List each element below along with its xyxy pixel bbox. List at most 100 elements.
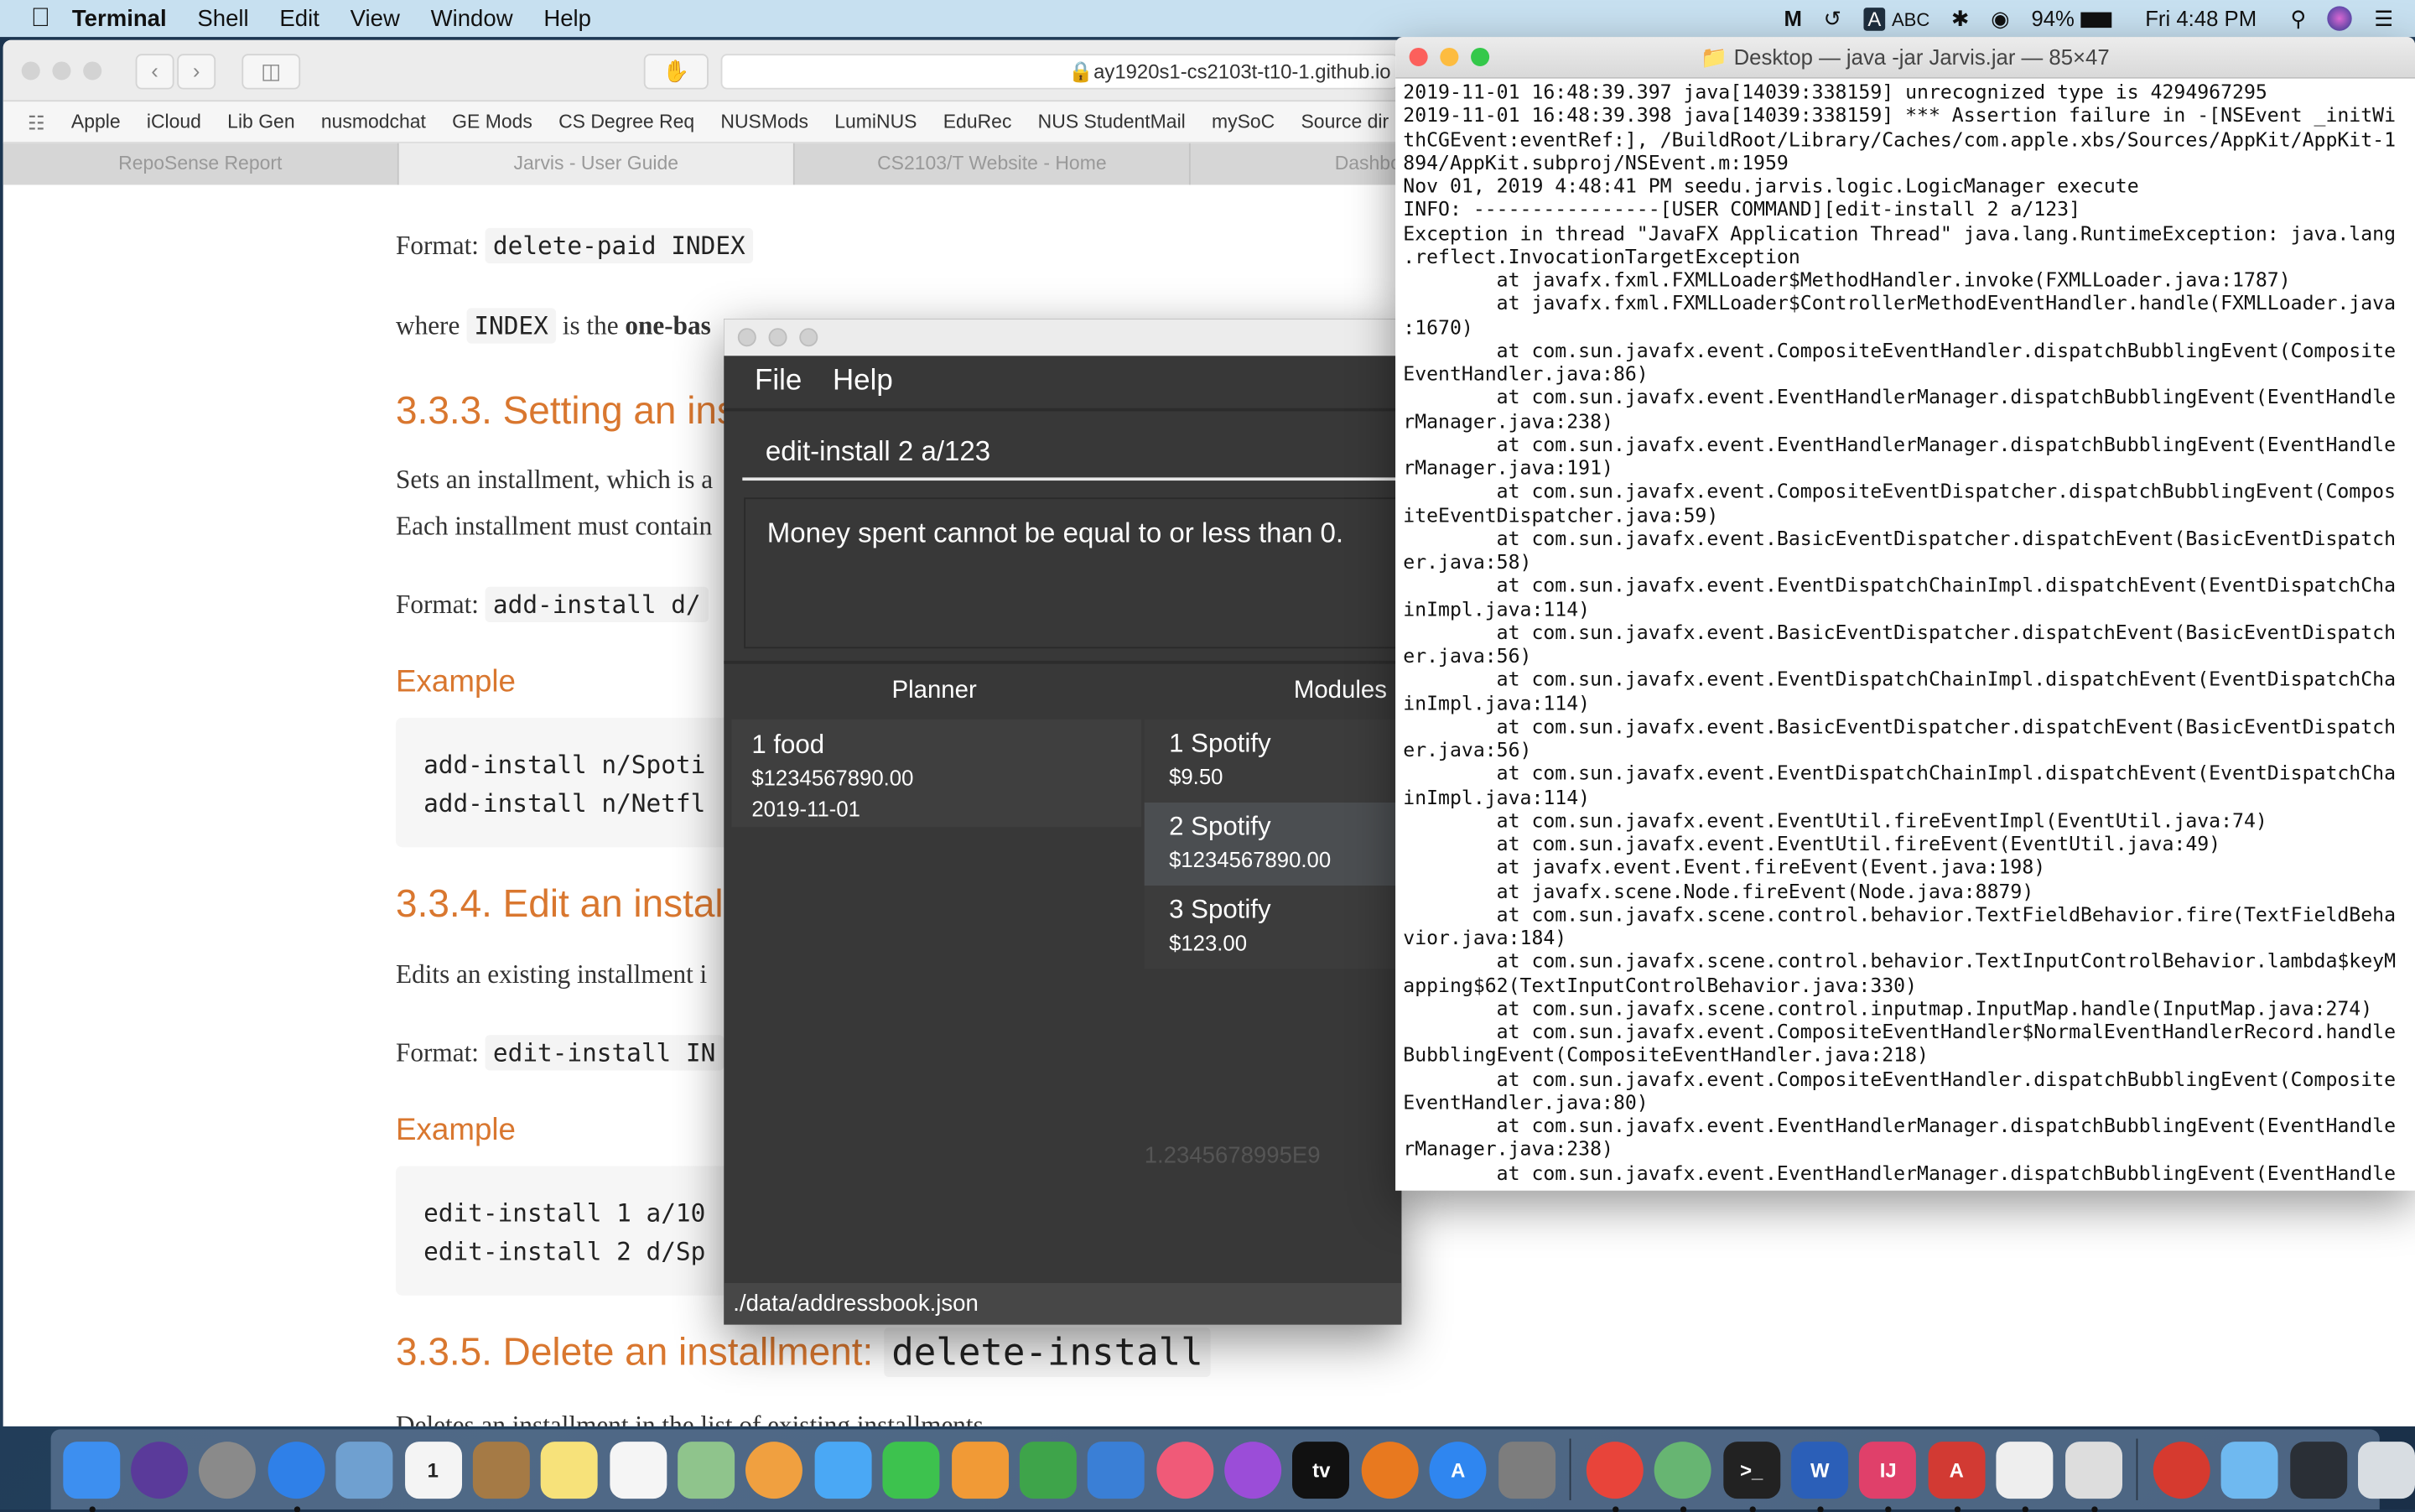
notification-center-icon[interactable]: ☰ [2374, 5, 2393, 31]
forward-button[interactable]: › [177, 54, 216, 90]
dock-calendar-icon[interactable]: 1 [404, 1441, 462, 1499]
dock-launchpad-icon[interactable] [199, 1441, 257, 1499]
dock-intellij-icon[interactable]: IJ [1859, 1441, 1917, 1512]
dock-mail-icon[interactable] [335, 1441, 393, 1499]
dock-facetime-icon[interactable] [882, 1441, 940, 1499]
terminal-output[interactable]: 2019-11-01 16:48:39.397 java[14039:33815… [1403, 81, 2415, 1184]
bookmark-item[interactable]: Lib Gen [227, 111, 294, 132]
installment-title: 3 Spotify [1169, 895, 1271, 925]
bluetooth-icon[interactable]: ✱ [1951, 5, 1970, 31]
installment-list-item[interactable]: 3 Spotify $123.00 [1144, 886, 1402, 969]
dock-angular-icon[interactable]: A [1928, 1441, 1986, 1512]
code-inline: edit-install IN [485, 1035, 724, 1071]
dock-notes-icon[interactable] [541, 1441, 599, 1499]
dock-podcasts-icon[interactable] [1224, 1441, 1282, 1499]
sidebar-toggle-icon[interactable]: ◫ [242, 54, 301, 90]
installment-list-item-selected[interactable]: 2 Spotify $1234567890.00 [1144, 802, 1402, 886]
jarvis-minimize-button[interactable] [768, 328, 787, 347]
terminal-minimize-button[interactable] [1440, 47, 1459, 66]
bookmark-item[interactable]: mySoC [1212, 111, 1275, 132]
menu-edit[interactable]: Edit [279, 5, 319, 31]
dock-terminal-icon[interactable]: >_ [1722, 1441, 1780, 1512]
bookmark-item[interactable]: EduRec [943, 111, 1012, 132]
dock-downloads-folder-icon[interactable] [2221, 1441, 2279, 1499]
terminal-line: at com.sun.javafx.event.BasicEventDispat… [1403, 620, 2397, 644]
menu-shell[interactable]: Shell [197, 5, 248, 31]
dock-music-icon[interactable] [1156, 1441, 1213, 1499]
back-button[interactable]: ‹ [135, 54, 174, 90]
dock-numbers-icon[interactable] [1019, 1441, 1077, 1499]
dock-trash-icon[interactable] [2358, 1441, 2415, 1499]
malwarebytes-icon[interactable]: M [1784, 6, 1801, 30]
bookmark-item[interactable]: LumiNUS [834, 111, 917, 132]
dock-safari-icon[interactable] [267, 1441, 325, 1512]
input-source-menu[interactable]: A ABC [1862, 6, 1929, 31]
wifi-icon[interactable]: ◉ [1991, 5, 2009, 31]
planner-item-amount: $1234567890.00 [751, 765, 914, 791]
bookmark-item[interactable]: iCloud [147, 111, 201, 132]
menu-app-terminal[interactable]: Terminal [72, 5, 167, 31]
dock-chrome-icon[interactable] [1586, 1441, 1644, 1512]
planner-list-item[interactable]: 1 food $1234567890.00 2019-11-01 [731, 719, 1142, 828]
battery-status[interactable]: 94% [2031, 6, 2111, 31]
terminal-close-button[interactable] [1409, 47, 1428, 66]
browser-tab[interactable]: RepoSense Report [3, 143, 399, 185]
bookmark-item[interactable]: Source dir [1301, 111, 1389, 132]
menu-file[interactable]: File [755, 365, 802, 398]
browser-minimize-button[interactable] [52, 61, 71, 81]
dock-pages-icon[interactable] [951, 1441, 1009, 1499]
dock-system-preferences-icon[interactable] [1498, 1441, 1555, 1499]
time-machine-icon[interactable]: ↺ [1824, 5, 1842, 31]
menu-help[interactable]: Help [833, 365, 893, 398]
apple-menu-icon[interactable]:  [31, 3, 50, 34]
dock-reminders-icon[interactable] [609, 1441, 667, 1499]
dock-apple-tv-icon[interactable]: tv [1292, 1441, 1350, 1499]
installment-total: 1.2345678995E9 [1144, 1142, 1321, 1170]
dock-siri-icon[interactable] [131, 1441, 189, 1499]
dock-maps-icon[interactable] [678, 1441, 735, 1499]
installment-list-item[interactable]: 1 Spotify $9.50 [1144, 719, 1402, 803]
bookmark-item[interactable]: nusmodchat [321, 111, 426, 132]
jarvis-close-button[interactable] [737, 328, 756, 347]
command-input[interactable]: edit-install 2 a/123 [742, 427, 1402, 481]
menu-window[interactable]: Window [431, 5, 513, 31]
terminal-title-bar[interactable]: 📁 Desktop — java -jar Jarvis.jar — 85×47 [1395, 37, 2415, 79]
dock-screenshot-stack-icon[interactable] [2289, 1441, 2347, 1499]
jarvis-zoom-button[interactable] [799, 328, 818, 347]
tab-modules[interactable]: Modules [1294, 678, 1387, 705]
adblock-extension-icon[interactable]: ✋ [643, 54, 709, 90]
spotlight-search-icon[interactable]: ⚲ [2291, 5, 2307, 31]
top-sites-grid-icon[interactable]: ☷ [28, 110, 45, 133]
browser-tab[interactable]: CS2103/T Website - Home [795, 143, 1191, 185]
dock-contacts-icon[interactable] [472, 1441, 530, 1499]
terminal-zoom-button[interactable] [1471, 47, 1490, 66]
browser-close-button[interactable] [21, 61, 40, 81]
dock-photos-icon[interactable] [745, 1441, 803, 1499]
battery-percent: 94% [2031, 6, 2075, 31]
dock-app-store-icon[interactable]: A [1429, 1441, 1487, 1499]
dock-word-icon[interactable]: W [1791, 1441, 1849, 1512]
bookmark-item[interactable]: GE Mods [452, 111, 532, 132]
menu-view[interactable]: View [351, 5, 400, 31]
dock-messages-icon[interactable] [814, 1441, 872, 1499]
dock-finder-icon[interactable] [62, 1441, 120, 1512]
browser-zoom-button[interactable] [83, 61, 102, 81]
dock-atom-icon[interactable] [1654, 1441, 1712, 1512]
dock-script-editor-icon[interactable] [2064, 1441, 2122, 1512]
siri-icon[interactable] [2328, 6, 2353, 31]
dock-textedit-icon[interactable] [1996, 1441, 2054, 1512]
jarvis-title-bar[interactable] [724, 319, 1402, 356]
bookmark-item[interactable]: Apple [71, 111, 121, 132]
clock[interactable]: Fri 4:48 PM [2145, 6, 2257, 30]
browser-tab[interactable]: Jarvis - User Guide [398, 143, 795, 185]
address-bar[interactable]: 🔒ay1920s1-cs2103t-t10-1.github.io [720, 54, 1399, 90]
bookmark-item[interactable]: NUS StudentMail [1038, 111, 1186, 132]
menu-help[interactable]: Help [543, 5, 591, 31]
bookmark-item[interactable]: CS Degree Req [558, 111, 694, 132]
dock-books-icon[interactable] [1361, 1441, 1419, 1499]
bookmark-item[interactable]: NUSMods [720, 111, 808, 132]
dock-keynote-icon[interactable] [1088, 1441, 1145, 1499]
dock-adblock-icon[interactable] [2153, 1441, 2210, 1499]
terminal-line: at com.sun.javafx.scene.control.inputmap… [1403, 995, 2373, 1020]
tab-planner[interactable]: Planner [891, 678, 976, 705]
